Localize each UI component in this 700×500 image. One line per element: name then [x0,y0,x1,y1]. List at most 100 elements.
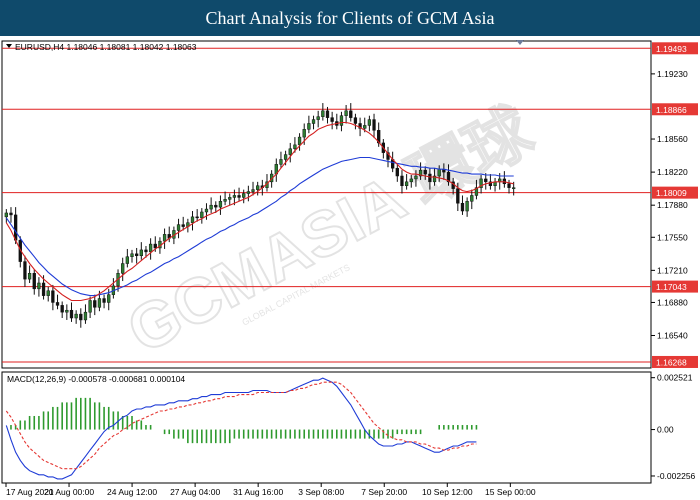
candle-body-50 [237,195,241,198]
level-tag-label-2: 1.18009 [656,188,687,198]
time-tick-label-6: 7 Sep 20:00 [361,487,407,497]
candle-body-64 [302,129,306,138]
candle-body-40 [190,216,195,223]
candle-body-13 [65,309,69,313]
candle-body-86 [404,181,409,186]
candle-body-8 [41,282,46,296]
candle-body-108 [507,183,511,188]
candle-body-54 [256,185,260,190]
price-tick-label-3: 1.18560 [657,134,688,144]
macd-tick-label-2: -0.002256 [657,471,696,481]
candle-body-44 [209,204,213,210]
candle-body-79 [372,119,376,131]
candle-body-21 [102,298,106,303]
level-tag-label-3: 1.17043 [656,282,687,292]
candle-body-99 [465,201,469,212]
candle-body-17 [83,311,88,321]
candle-body-28 [135,253,139,257]
candle-body-43 [204,208,209,213]
level-tag-label-4: 1.16268 [656,357,687,367]
candle-body-75 [353,117,358,124]
price-tick-label-9: 1.16880 [657,297,688,307]
level-tag-label-0: 1.19493 [656,44,687,54]
candle-body-19 [93,300,97,308]
macd-tick-label-0: 0.002521 [657,373,693,383]
candle-body-103 [484,178,488,183]
candle-body-25 [121,263,125,274]
candle-body-47 [223,199,227,202]
candle-body-29 [139,249,143,257]
candle-body-6 [32,273,36,290]
candle-body-66 [311,119,316,124]
candle-body-30 [144,249,148,253]
candle-body-88 [414,175,418,180]
candle-body-11 [55,302,60,306]
time-tick-label-2: 24 Aug 12:00 [107,487,157,497]
candle-body-74 [349,110,353,118]
candle-body-38 [181,224,185,227]
time-tick-label-3: 27 Aug 04:00 [170,487,220,497]
candle-body-72 [339,115,344,126]
candle-body-22 [107,294,111,303]
candle-body-51 [242,193,246,198]
candle-body-2 [13,214,18,241]
candle-body-48 [228,197,232,200]
candle-body-41 [195,216,199,219]
time-tick-label-8: 15 Sep 00:00 [485,487,536,497]
candle-body-10 [51,290,55,303]
candle-body-42 [200,211,204,219]
candle-body-14 [69,309,74,319]
price-tick-label-7: 1.17550 [657,232,688,242]
candle-body-62 [293,144,297,150]
level-tag-label-1: 1.18866 [656,105,687,115]
price-tick-label-8: 1.17210 [657,265,688,275]
candle-body-84 [395,167,399,177]
candle-body-1 [9,212,13,216]
time-tick-label-4: 31 Aug 16:00 [233,487,283,497]
time-tick-label-5: 3 Sep 08:00 [298,487,344,497]
candle-body-73 [344,110,348,116]
candle-body-100 [470,195,474,202]
candle-body-97 [456,188,460,204]
candle-body-70 [330,117,334,122]
candle-body-20 [97,298,102,308]
candle-body-32 [153,243,157,249]
candle-body-53 [251,189,255,192]
candle-body-12 [60,305,64,313]
candle-body-59 [279,159,283,165]
candle-body-87 [409,178,413,183]
candle-body-45 [214,204,218,208]
candle-body-69 [325,110,330,118]
time-tick-label-1: 20 Aug 00:00 [44,487,94,497]
price-tick-label-1: 1.19230 [657,69,688,79]
candle-body-77 [363,125,367,129]
candle-body-27 [130,253,134,257]
eurusd-h4-chart: GCMASIA 環球 GLOBAL CAPITAL MARKETS 1.1949… [0,36,700,500]
candle-body-31 [148,243,153,253]
time-tick-label-7: 10 Sep 12:00 [422,487,473,497]
candle-body-34 [162,234,167,242]
macd-label: MACD(12,26,9) -0.000578 -0.000681 0.0001… [7,374,185,384]
candle-body-9 [46,290,50,296]
candle-body-37 [176,224,181,231]
symbol-header: EURUSD,H4 1.18046 1.18081 1.18042 1.1806… [15,42,197,52]
candle-body-4 [23,261,27,280]
price-tick-label-10: 1.16540 [657,331,688,341]
macd-tick-label-1: 0.00 [657,425,674,435]
candle-body-63 [297,136,302,146]
candle-body-90 [423,169,427,175]
candle-body-85 [400,175,404,186]
candle-body-67 [316,116,320,120]
chart-banner-title: Chart Analysis for Clients of GCM Asia [0,0,700,36]
candle-body-91 [428,173,432,183]
candle-body-65 [307,123,311,130]
candle-body-46 [218,201,223,208]
candle-body-68 [321,110,325,117]
candle-body-61 [288,148,292,155]
candle-body-7 [37,282,41,290]
candle-body-5 [27,273,32,280]
candle-body-49 [232,195,237,198]
candle-body-16 [79,313,83,321]
candle-body-15 [74,313,78,319]
price-tick-label-6: 1.17880 [657,200,688,210]
